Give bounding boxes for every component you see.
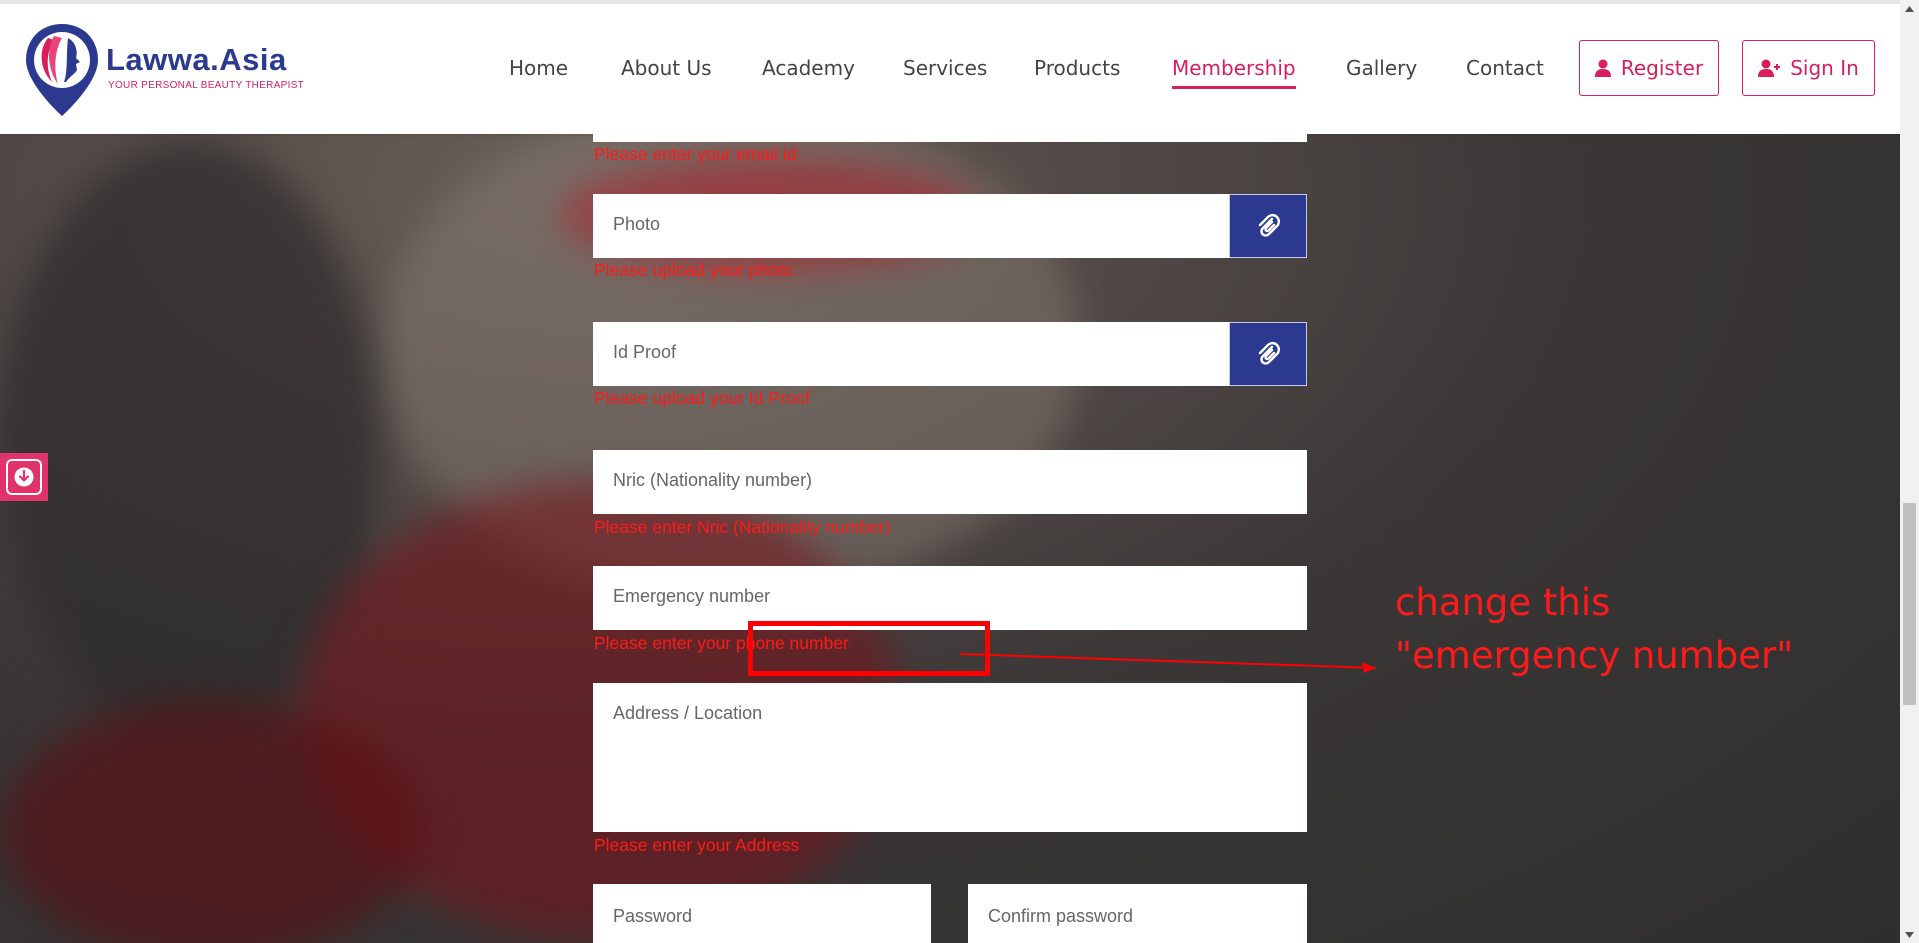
annotation-highlight-box — [748, 621, 990, 676]
nav-contact[interactable]: Contact — [1466, 56, 1544, 80]
signin-button[interactable]: Sign In — [1742, 40, 1875, 96]
annotation-note: change this "emergency number" — [1395, 581, 1794, 677]
password-field[interactable]: Password — [593, 884, 931, 943]
photo-attach-button[interactable] — [1229, 194, 1307, 258]
brand-name: Lawwa.Asia — [106, 42, 287, 77]
paperclip-icon — [1258, 213, 1280, 237]
id-proof-attach-button[interactable] — [1229, 322, 1307, 386]
address-field[interactable]: Address / Location — [593, 683, 1307, 832]
email-error: Please enter your email id — [594, 144, 797, 164]
address-placeholder: Address / Location — [613, 703, 763, 723]
scroll-up-icon[interactable] — [1900, 0, 1919, 17]
id-proof-field[interactable]: Id Proof — [593, 322, 1307, 386]
scrollbar-thumb[interactable] — [1903, 503, 1916, 705]
confirm-password-field[interactable]: Confirm password — [968, 884, 1307, 943]
side-download-widget[interactable] — [0, 453, 48, 501]
confirm-password-placeholder: Confirm password — [988, 906, 1134, 926]
paperclip-icon — [1258, 341, 1280, 365]
nav-gallery[interactable]: Gallery — [1346, 56, 1417, 80]
brand-logo[interactable]: Lawwa.Asia YOUR PERSONAL BEAUTY THERAPIS… — [24, 22, 324, 122]
password-placeholder: Password — [613, 906, 693, 926]
brand-tagline: YOUR PERSONAL BEAUTY THERAPIST — [108, 80, 305, 91]
nav-services[interactable]: Services — [903, 56, 987, 80]
site-header: Lawwa.Asia YOUR PERSONAL BEAUTY THERAPIS… — [0, 4, 1900, 134]
signin-label: Sign In — [1790, 56, 1859, 80]
nric-placeholder: Nric (Nationality number) — [613, 470, 813, 490]
user-icon — [1594, 59, 1611, 77]
annotation-arrow — [960, 653, 1377, 673]
nav-academy[interactable]: Academy — [762, 56, 855, 80]
emergency-number-placeholder: Emergency number — [613, 586, 771, 606]
address-error: Please enter your Address — [594, 835, 800, 855]
nav-about-us[interactable]: About Us — [621, 56, 712, 80]
vertical-scrollbar[interactable] — [1900, 0, 1919, 943]
nric-error: Please enter Nric (Nationality number) — [594, 517, 891, 537]
scroll-down-icon[interactable] — [1900, 926, 1919, 943]
id-proof-error: Please upload your Id Proof — [594, 388, 810, 408]
photo-field[interactable]: Photo — [593, 194, 1307, 258]
photo-placeholder: Photo — [613, 214, 661, 234]
nav-products[interactable]: Products — [1034, 56, 1120, 80]
photo-error: Please upload your photo — [594, 260, 793, 280]
nav-home[interactable]: Home — [509, 56, 568, 80]
register-button[interactable]: Register — [1579, 40, 1719, 96]
email-field-bottom[interactable] — [593, 128, 1307, 142]
nav-membership[interactable]: Membership — [1172, 56, 1296, 89]
download-icon — [6, 459, 42, 495]
nric-field[interactable]: Nric (Nationality number) — [593, 450, 1307, 514]
id-proof-placeholder: Id Proof — [613, 342, 677, 362]
user-plus-icon — [1758, 59, 1781, 77]
logo-pin-icon — [26, 24, 98, 116]
register-label: Register — [1620, 56, 1704, 80]
